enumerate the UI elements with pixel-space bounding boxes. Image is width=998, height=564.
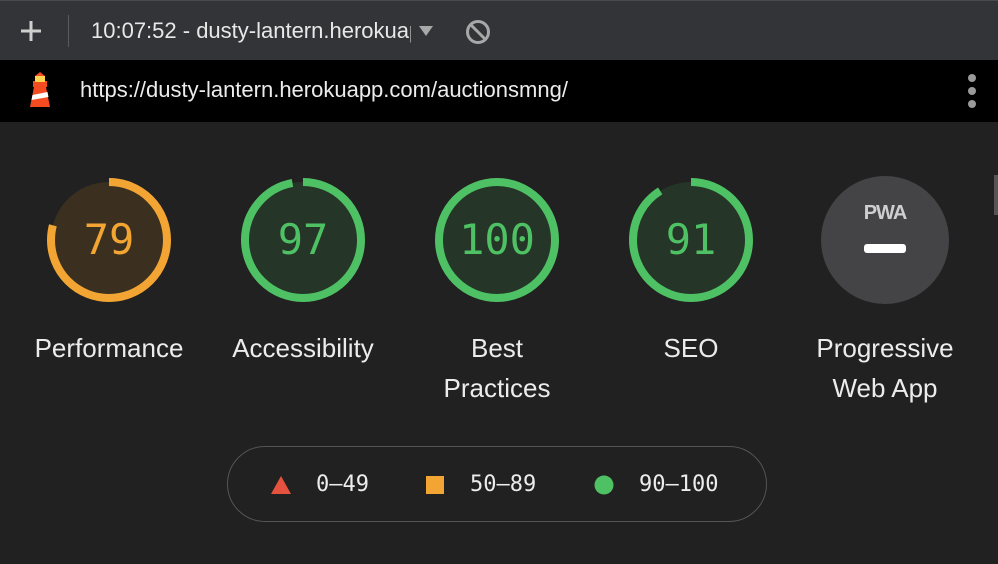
gauge-pwa[interactable]: PWA Progressive Web App <box>789 176 981 416</box>
url-bar: https://dusty-lantern.herokuapp.com/auct… <box>0 60 998 122</box>
report-toolbar: 10:07:52 - dusty-lantern.herokuapp.com <box>0 0 998 60</box>
category-label-line: Progressive <box>816 333 954 363</box>
scores-panel: 79 Performance 97 Accessibility 100 Best… <box>0 122 998 564</box>
triangle-icon <box>271 476 291 494</box>
category-label-line: Best <box>470 333 524 363</box>
report-selector[interactable]: 10:07:52 - dusty-lantern.herokuapp.com <box>91 17 411 45</box>
score-value: 79 <box>83 215 135 264</box>
score-value: 97 <box>277 215 329 264</box>
more-options-icon[interactable] <box>962 71 982 111</box>
circle-icon <box>594 475 614 495</box>
square-icon <box>426 476 444 494</box>
clear-icon[interactable] <box>464 18 492 46</box>
category-label: Performance <box>34 333 184 363</box>
category-label: Best Practices <box>401 328 593 408</box>
score-scale-legend: 0–49 50–89 90–100 <box>227 446 767 522</box>
category-label-line: Practices <box>443 373 551 403</box>
pwa-dash-icon <box>864 244 906 253</box>
legend-range: 50–89 <box>470 472 537 497</box>
category-label: SEO <box>663 333 719 363</box>
toolbar-divider <box>68 15 69 47</box>
gauge-accessibility[interactable]: 97 Accessibility <box>207 176 399 416</box>
pwa-badge-text: PWA <box>863 202 908 224</box>
legend-range: 0–49 <box>316 472 369 497</box>
gauge-performance[interactable]: 79 Performance <box>13 176 205 416</box>
category-label: Accessibility <box>232 333 374 363</box>
plus-icon[interactable] <box>18 18 44 44</box>
category-label: Progressive Web App <box>789 328 981 408</box>
gauge-best-practices[interactable]: 100 Best Practices <box>401 176 593 416</box>
scrollbar-thumb[interactable] <box>994 175 998 215</box>
score-value: 100 <box>459 215 535 264</box>
legend-range: 90–100 <box>639 472 719 497</box>
gauge-seo[interactable]: 91 SEO <box>595 176 787 416</box>
dropdown-arrow-icon[interactable] <box>417 24 435 38</box>
category-label-line: Web App <box>832 373 938 403</box>
score-value: 91 <box>665 215 717 264</box>
pwa-badge: PWA <box>821 176 949 304</box>
lighthouse-logo-icon <box>30 72 50 107</box>
audited-url: https://dusty-lantern.herokuapp.com/auct… <box>80 77 568 102</box>
